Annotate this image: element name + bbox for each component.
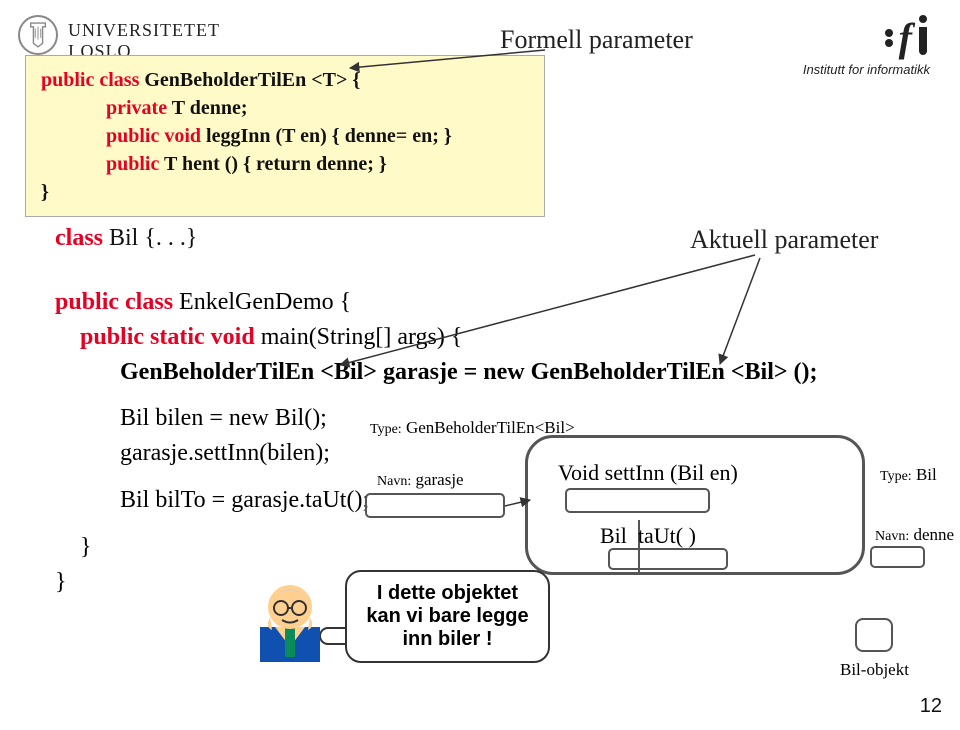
bil-type-label: Type: Bil [880,465,937,485]
class-bil-line: class Bil {. . .} [55,225,197,252]
obj-garasje-slot [365,493,505,518]
bil-denne-slot [870,546,925,568]
obj-type-label: Type: GenBeholderTilEn<Bil> [370,418,575,438]
ifi-logo: f Institutt for informatikk [803,15,930,77]
aktuell-parameter-label: Aktuell parameter [690,225,878,255]
bil-objekt-label: Bil-objekt [840,660,909,680]
obj-taut-label: Bil taUt( ) [600,523,696,549]
bil-objekt-box [855,618,893,652]
obj-taut-slot [608,548,728,570]
obj-settinn-slot [565,488,710,513]
ifi-caption: Institutt for informatikk [803,62,930,77]
bil-navn-label: Navn: denne [875,525,954,545]
code-box-generic-class: public class GenBeholderTilEn <T> { priv… [25,55,545,217]
professor-icon [255,572,325,662]
obj-settinn-label: Void settInn (Bil en) [558,460,738,486]
page-number: 12 [920,695,942,718]
uio-seal-icon [18,15,58,55]
formell-parameter-label: Formell parameter [500,25,693,55]
slide-header: UNIVERSITETET I OSLO f Institutt for inf… [10,10,950,60]
obj-navn-label: Navn: garasje [377,470,464,490]
speech-bubble: I dette objektet kan vi bare legge inn b… [345,570,550,663]
